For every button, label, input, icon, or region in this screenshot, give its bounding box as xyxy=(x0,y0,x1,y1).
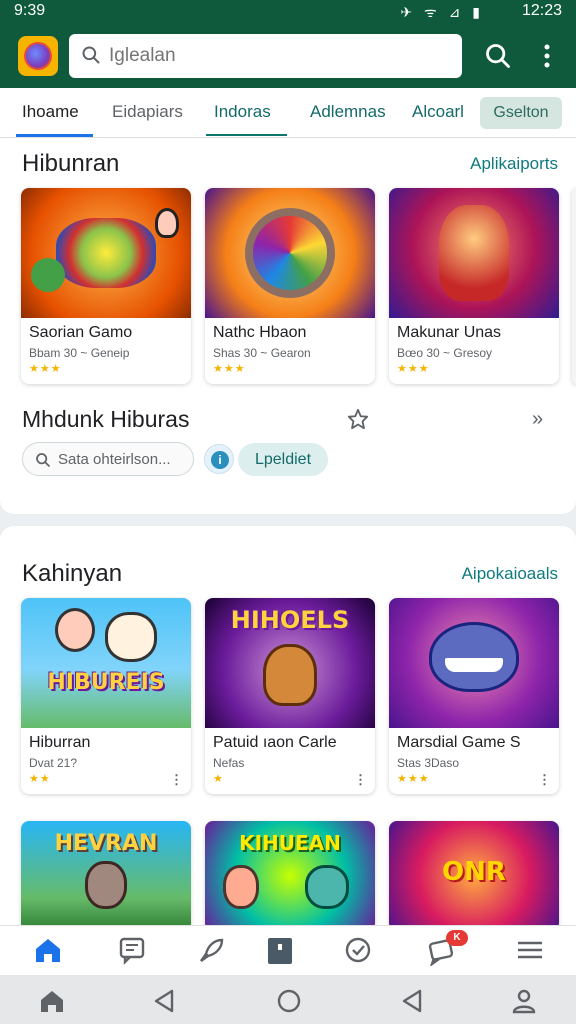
app-bar xyxy=(0,24,576,88)
game-thumbnail xyxy=(389,188,559,318)
info-icon: i xyxy=(211,451,229,469)
rating-stars: ★★★ xyxy=(213,363,246,375)
tab-2[interactable]: Eidapiars xyxy=(112,102,183,122)
tab-3[interactable]: Indoras xyxy=(206,102,287,136)
system-nav-bar xyxy=(0,975,576,1024)
section-title: Hibunran xyxy=(22,150,120,177)
rocket-icon[interactable] xyxy=(196,934,228,966)
card-peek xyxy=(572,188,576,384)
thumbnail-title: ONR xyxy=(442,857,506,887)
game-name: Saorian Gamo xyxy=(29,324,133,341)
game-thumbnail: ONR xyxy=(389,821,559,931)
tab-home[interactable]: Ihoame xyxy=(16,102,93,137)
game-card[interactable]: Nathc Hbaon Shas 30 ~ Gearon ★★★ xyxy=(205,188,375,384)
game-card[interactable]: HIHOELS Patuid ıaon Carle Nefas ★ ⋮ xyxy=(205,598,375,794)
rating-stars: ★★ xyxy=(29,773,51,785)
history-icon[interactable] xyxy=(342,934,374,966)
star-outline-icon[interactable] xyxy=(347,408,369,430)
system-home-icon[interactable] xyxy=(38,987,66,1015)
game-card[interactable]: Marsdial Game S Stas 3Daso ★★★ ⋮ xyxy=(389,598,559,794)
game-card[interactable]: KIHUEAN xyxy=(205,821,375,931)
game-thumbnail xyxy=(205,188,375,318)
section-link[interactable]: Aplikaiports xyxy=(470,154,558,174)
game-thumbnail: HEVRAN xyxy=(21,821,191,931)
status-time-right: 12:23 xyxy=(521,2,562,19)
tab-5[interactable]: Alcoarl xyxy=(412,102,464,122)
thumbnail-title: HIBUREIS xyxy=(47,670,165,695)
game-thumbnail: HIBUREIS xyxy=(21,598,191,728)
game-card[interactable]: HIBUREIS Hiburran Dvat 21? ★★ ⋮ xyxy=(21,598,191,794)
thumbnail-title: KIHUEAN xyxy=(239,831,341,855)
rating-stars: ★ xyxy=(213,773,224,785)
bottom-nav: K xyxy=(0,925,576,975)
info-button[interactable]: i xyxy=(204,444,234,474)
game-thumbnail xyxy=(389,598,559,728)
back-icon[interactable] xyxy=(150,987,178,1015)
rating-stars: ★★★ xyxy=(397,773,430,785)
recent-icon[interactable] xyxy=(398,987,426,1015)
section-kahinyan: Kahinyan Aipokaioaals HIBUREIS Hiburran … xyxy=(0,526,576,931)
more-vert-icon[interactable]: ⋮ xyxy=(538,772,551,788)
search-box[interactable] xyxy=(69,34,462,78)
game-name: Makunar Unas xyxy=(397,324,502,341)
more-vert-icon[interactable] xyxy=(538,42,556,70)
tab-bar: Ihoame Eidapiars Indoras Adlemnas Alcoar… xyxy=(0,88,576,138)
thumbnail-title: HEVRAN xyxy=(54,831,158,856)
chevron-right-icon[interactable]: » xyxy=(532,408,543,431)
game-card[interactable]: Makunar Unas Bœo 30 ~ Gresoy ★★★ xyxy=(389,188,559,384)
game-name: Patuid ıaon Carle xyxy=(213,734,337,751)
game-meta: Bbam 30 ~ Geneip xyxy=(29,346,130,360)
search-icon[interactable] xyxy=(484,42,512,70)
subrow-search-placeholder: Sata ohteirlson... xyxy=(58,451,171,468)
compass-logo-icon[interactable] xyxy=(18,36,58,76)
game-card[interactable]: HEVRAN xyxy=(21,821,191,931)
game-name: Marsdial Game S xyxy=(397,734,521,751)
game-thumbnail xyxy=(21,188,191,318)
status-bar: 9:39 ✈ ᯤ ⊿ ▮ 12:23 xyxy=(0,0,576,24)
game-meta: Dvat 21? xyxy=(29,756,78,770)
game-name: Nathc Hbaon xyxy=(213,324,307,341)
chat-icon[interactable] xyxy=(116,934,148,966)
game-meta: Bœo 30 ~ Gresoy xyxy=(397,346,493,360)
game-meta: Stas 3Daso xyxy=(397,756,460,770)
search-icon xyxy=(82,46,100,64)
search-icon xyxy=(36,453,50,467)
more-vert-icon[interactable]: ⋮ xyxy=(354,772,367,788)
game-card[interactable]: Saorian Gamo Bbam 30 ~ Geneip ★★★ xyxy=(21,188,191,384)
tab-4[interactable]: Adlemnas xyxy=(310,102,386,122)
search-input[interactable] xyxy=(109,42,449,70)
profile-icon[interactable] xyxy=(510,987,538,1015)
subrow-title: Mhdunk Hiburas xyxy=(22,406,190,432)
section-title: Kahinyan xyxy=(22,560,123,587)
circle-icon[interactable] xyxy=(275,987,303,1015)
home-icon[interactable] xyxy=(32,934,64,966)
game-thumbnail: KIHUEAN xyxy=(205,821,375,931)
book-icon[interactable] xyxy=(264,934,296,966)
game-meta: Nefas xyxy=(213,756,245,770)
game-card[interactable]: ONR xyxy=(389,821,559,931)
game-thumbnail: HIHOELS xyxy=(205,598,375,728)
rating-stars: ★★★ xyxy=(29,363,62,375)
game-name: Hiburran xyxy=(29,734,91,751)
subrow-search[interactable]: Sata ohteirlson... xyxy=(22,442,194,476)
notification-badge: K xyxy=(446,930,468,946)
rating-stars: ★★★ xyxy=(397,363,430,375)
game-meta: Shas 30 ~ Gearon xyxy=(213,346,311,360)
menu-icon[interactable] xyxy=(514,934,546,966)
thumbnail-title: HIHOELS xyxy=(230,606,350,634)
more-vert-icon[interactable]: ⋮ xyxy=(170,772,183,788)
tab-chip-selected[interactable]: Gselton xyxy=(480,97,562,129)
update-chip[interactable]: Lpeldiet xyxy=(238,443,328,476)
status-icons: ✈ ᯤ ⊿ ▮ xyxy=(400,4,484,20)
section-link[interactable]: Aipokaioaals xyxy=(462,564,558,584)
status-time-left: 9:39 xyxy=(14,2,46,19)
